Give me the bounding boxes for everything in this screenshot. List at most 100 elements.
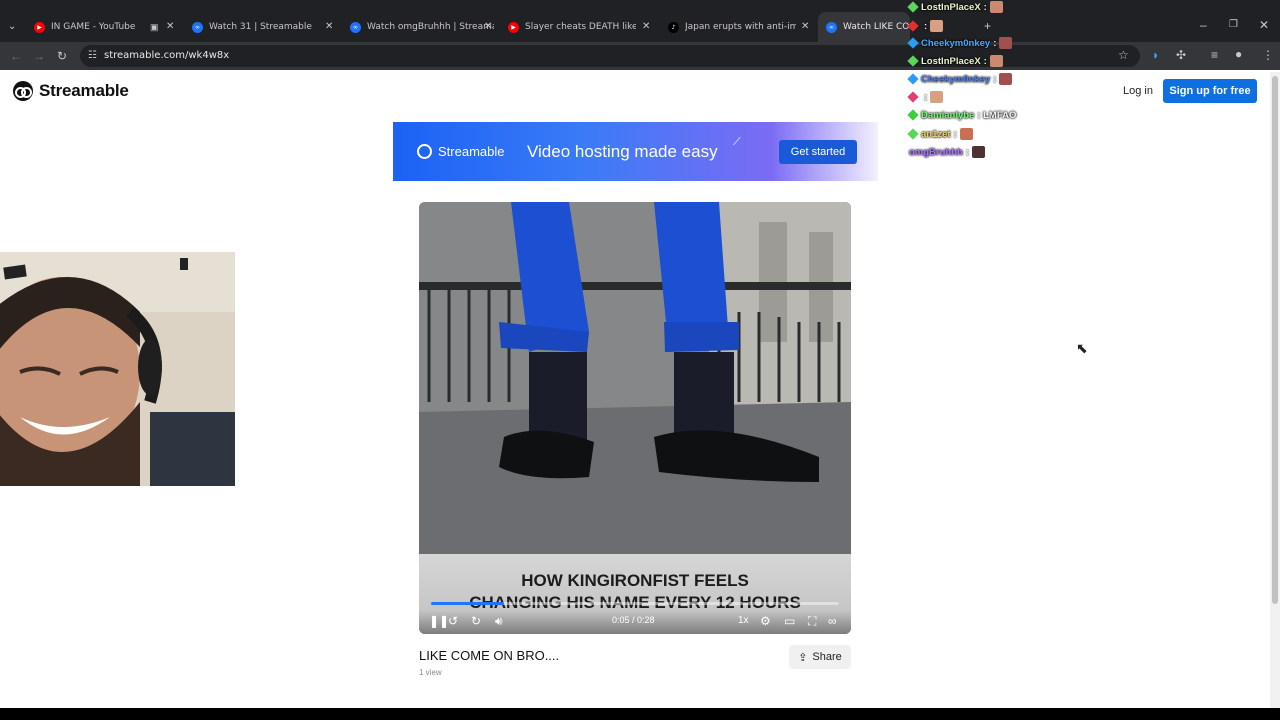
profile-avatar-icon[interactable]: ● [1235,47,1242,61]
picture-in-picture-icon[interactable]: ▭ [784,614,795,628]
chat-username[interactable]: LostInPlaceX [921,56,981,67]
chat-message: LostInPlaceX: [907,54,1003,68]
youtube-icon: ▶ [508,21,519,33]
bookmark-star-icon[interactable]: ☆ [1118,48,1129,62]
chat-message: omgBruhhh: [909,145,985,159]
close-icon[interactable]: ✕ [166,20,174,34]
close-icon[interactable]: ✕ [484,20,492,34]
maximize-icon[interactable]: ❐ [1229,18,1238,32]
streamable-logo[interactable]: Streamable [13,81,129,101]
chat-emote-icon [989,1,1003,13]
site-info-icon[interactable]: ☷ [88,49,97,63]
chat-emote-icon [930,20,944,32]
banner-logo: Streamable [417,144,504,159]
chat-text: : [983,1,987,13]
tab-media-icon: ▣ [150,22,159,32]
forward-icon[interactable]: → [33,49,45,63]
chat-message: Cheekym0nkey: [907,36,1013,50]
chat-text: : LMFAO [977,109,1017,121]
signup-button[interactable]: Sign up for free [1163,79,1257,103]
chat-username[interactable]: omgBruhhh [909,147,963,158]
streamable-icon: ∞ [350,21,361,33]
chat-text: : [924,20,928,32]
login-link[interactable]: Log in [1123,85,1153,97]
minimize-icon[interactable]: – [1200,18,1207,32]
scrollbar-thumb[interactable] [1272,76,1278,604]
get-started-button[interactable]: Get started [779,140,857,164]
rewind-icon[interactable]: ↺ [448,614,458,628]
chat-text: : [983,55,987,67]
chat-emote-icon [989,55,1003,67]
chat-text: : [993,37,997,49]
tab-watch-31[interactable]: ∞ Watch 31 | Streamable [186,14,338,40]
close-icon[interactable]: ✕ [642,20,650,34]
reload-icon[interactable]: ↻ [57,49,67,63]
tab-like-come-on[interactable]: ∞ Watch LIKE COME C [818,12,910,42]
chat-username[interactable]: Cheekym0nkey [921,74,990,85]
view-count: 1 view [419,668,442,677]
streamable-watermark-icon[interactable]: ∞ [828,614,837,628]
media-control-icon[interactable]: ≡ [1211,48,1218,62]
tab-search-icon[interactable]: ⌄ [8,20,16,34]
chat-text: : [965,146,969,158]
taskbar-edge [0,708,1280,720]
sparkle-icon: ⟋ [733,136,741,148]
back-icon[interactable]: ← [10,49,22,63]
chat-text: : [953,128,957,140]
new-tab-icon[interactable]: + [984,19,991,33]
streamable-icon: ∞ [192,21,203,33]
volume-icon[interactable]: 🔊︎ [495,614,503,628]
video-frame [419,202,851,554]
chat-text: : [924,91,928,103]
chat-username[interactable]: Cheekym0nkey [921,38,990,49]
tab-slayer[interactable]: ▶ Slayer cheats DEATH like a boss [502,14,636,40]
chat-message: an1zet: [907,127,973,141]
streamable-logo-icon [417,144,432,159]
youtube-icon: ▶ [34,21,45,33]
forward-icon[interactable]: ↻ [471,614,481,628]
video-player[interactable]: HOW KINGIRONFIST FEELS CHANGING HIS NAME… [419,202,851,634]
chat-badge-icon [907,20,919,32]
chat-username[interactable]: LostInPlaceX [921,2,981,13]
chat-badge-icon [907,109,919,121]
chat-badge-icon [907,37,919,49]
tab-japan[interactable]: ♪ Japan erupts with anti-immigra [662,14,796,40]
close-icon[interactable]: ✕ [801,20,809,34]
webcam-overlay [0,252,235,486]
chat-message: Damianlybe: LMFAO [907,108,1017,122]
video-caption: HOW KINGIRONFIST FEELS CHANGING HIS NAME… [469,571,801,612]
chat-badge-icon [907,73,919,85]
chat-emote-icon [959,128,973,140]
chat-emote-icon [999,73,1013,85]
chat-message: Cheekym0nkey: [907,72,1013,86]
speed-button[interactable]: 1x [738,614,749,628]
chat-badge-icon [907,1,919,13]
video-title: LIKE COME ON BRO.... [419,648,560,663]
tiktok-icon: ♪ [668,21,679,33]
close-icon[interactable]: ✕ [325,20,333,34]
video-scene-image [419,202,851,554]
tab-watch-omgbruhhh[interactable]: ∞ Watch omgBruhhh | Streamable [344,14,494,40]
url-text[interactable]: streamable.com/wk4w8x [104,50,229,61]
streamer-face-image [0,252,235,486]
chat-message: : [907,19,944,33]
pause-icon[interactable]: ❚❚ [429,614,449,628]
chat-emote-icon [972,146,985,158]
share-button[interactable]: ⇪ Share [789,645,851,669]
progress-bar[interactable] [431,602,839,605]
banner-tagline: Video hosting made easy [527,142,718,161]
progress-fill [431,602,505,605]
chat-badge-icon [907,128,919,140]
extensions-puzzle-icon[interactable]: ✣ [1176,48,1186,62]
chat-message: LostInPlaceX: [907,0,1003,14]
menu-kebab-icon[interactable]: ⋮ [1262,48,1274,62]
chat-username[interactable]: Damianlybe [921,110,974,121]
extension-blue-icon[interactable]: ◗ [1152,48,1159,62]
chat-message: : [907,90,944,104]
chat-emote-icon [999,37,1013,49]
window-close-icon[interactable]: ✕ [1259,18,1269,32]
promo-banner[interactable]: Streamable Video hosting made easy ⟋ Get… [393,122,878,181]
chat-username[interactable]: an1zet [921,129,951,140]
settings-gear-icon[interactable]: ⚙ [760,614,771,628]
fullscreen-icon[interactable]: ⛶ [808,614,816,628]
